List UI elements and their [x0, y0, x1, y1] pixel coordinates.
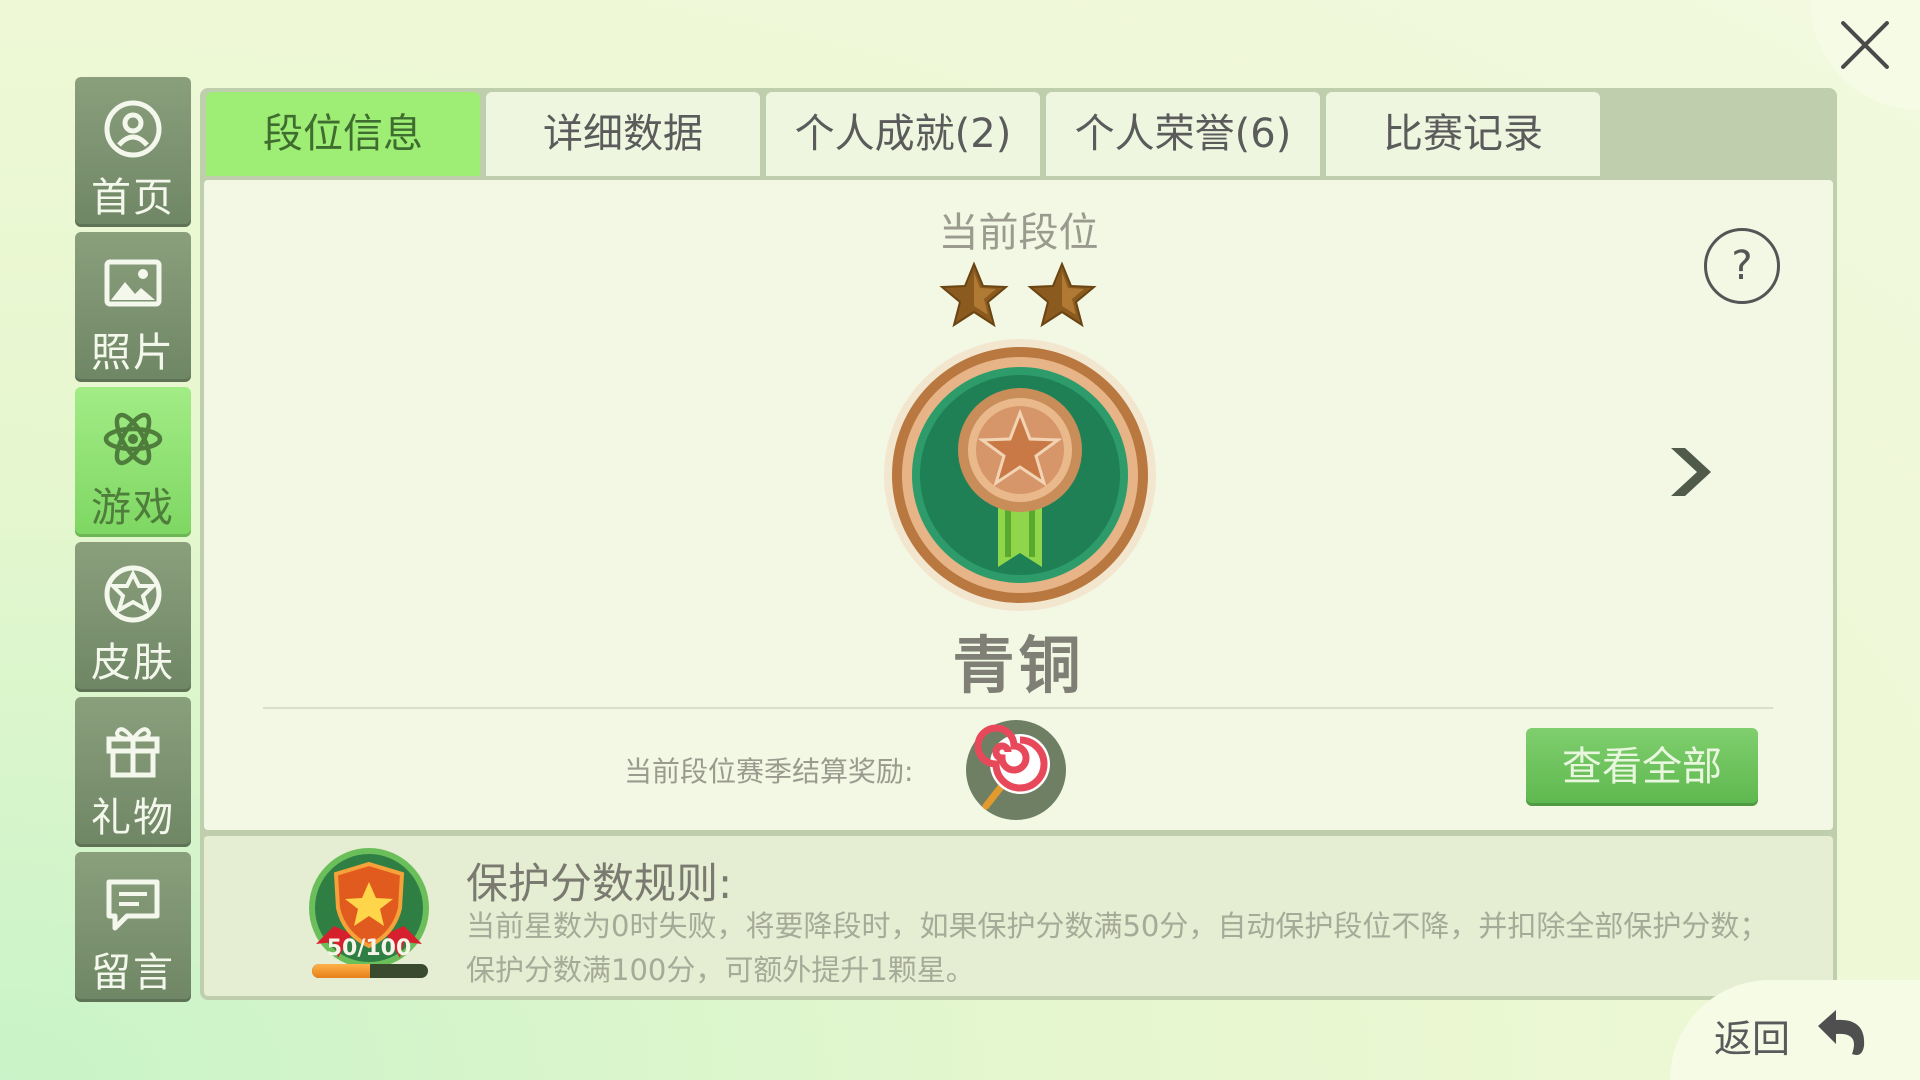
rank-panel: 段位信息 详细数据 个人成就(2) 个人荣誉(6) 比赛记录 当前段位 青铜 ?…	[200, 88, 1837, 1000]
sidebar-item-gift[interactable]: 礼物	[75, 697, 191, 847]
return-arrow-icon	[1818, 1010, 1865, 1055]
current-rank-caption: 当前段位	[938, 210, 1099, 256]
rules-title: 保护分数规则:	[466, 859, 733, 908]
star-icon	[1027, 261, 1097, 328]
sidebar-item-home[interactable]: 首页	[75, 77, 191, 227]
back-label: 返回	[1713, 1017, 1790, 1061]
sidebar-item-skin[interactable]: 皮肤	[75, 542, 191, 692]
photo-icon	[104, 259, 162, 307]
bronze-medal-icon	[884, 339, 1156, 611]
rules-text: 当前星数为0时失败，将要降段时，如果保护分数满50分，自动保护段位不降，并扣除全…	[466, 909, 1769, 987]
rank-stars	[939, 261, 1097, 328]
protection-rules: 50/100 保护分数规则: 当前星数为0时失败，将要降段时，如果保护分数满50…	[204, 836, 1833, 996]
divider	[263, 707, 1773, 709]
rank-content: 当前段位 青铜 ? 当前段位赛季结算奖励: 查看全部	[204, 180, 1833, 830]
sidebar-item-label: 皮肤	[91, 640, 175, 686]
tab-detailed-data[interactable]: 详细数据	[486, 92, 760, 176]
rank-name: 青铜	[952, 629, 1085, 702]
close-icon[interactable]	[1838, 18, 1892, 72]
lollipop-icon[interactable]	[964, 718, 1068, 822]
protection-progress-fill	[312, 964, 370, 978]
home-icon	[104, 100, 162, 158]
sidebar-item-message[interactable]: 留言	[75, 852, 191, 1002]
message-icon	[106, 879, 160, 931]
view-all-button[interactable]: 查看全部	[1526, 728, 1758, 806]
sidebar: 首页 照片 游戏 皮肤 礼物 留言	[75, 77, 191, 1007]
sidebar-item-label: 礼物	[91, 795, 175, 841]
protection-progress-bar	[312, 964, 428, 978]
sidebar-item-label: 游戏	[91, 485, 175, 531]
tab-match-records[interactable]: 比赛记录	[1326, 92, 1600, 176]
sidebar-item-game[interactable]: 游戏	[75, 387, 191, 537]
tab-honors[interactable]: 个人荣誉(6)	[1046, 92, 1320, 176]
protection-progress-text: 50/100	[326, 936, 412, 961]
tab-rank-info[interactable]: 段位信息	[206, 92, 480, 176]
tab-achievements[interactable]: 个人成就(2)	[766, 92, 1040, 176]
chevron-right-icon[interactable]	[1659, 442, 1719, 502]
game-icon	[103, 412, 163, 466]
skin-icon	[104, 565, 162, 623]
help-button[interactable]: ?	[1704, 228, 1780, 304]
sidebar-item-photo[interactable]: 照片	[75, 232, 191, 382]
star-icon	[939, 261, 1009, 328]
sidebar-item-label: 照片	[91, 330, 175, 376]
season-reward-label: 当前段位赛季结算奖励:	[624, 755, 914, 788]
gift-icon	[106, 727, 160, 778]
sidebar-item-label: 首页	[91, 175, 175, 221]
sidebar-item-label: 留言	[91, 950, 175, 996]
